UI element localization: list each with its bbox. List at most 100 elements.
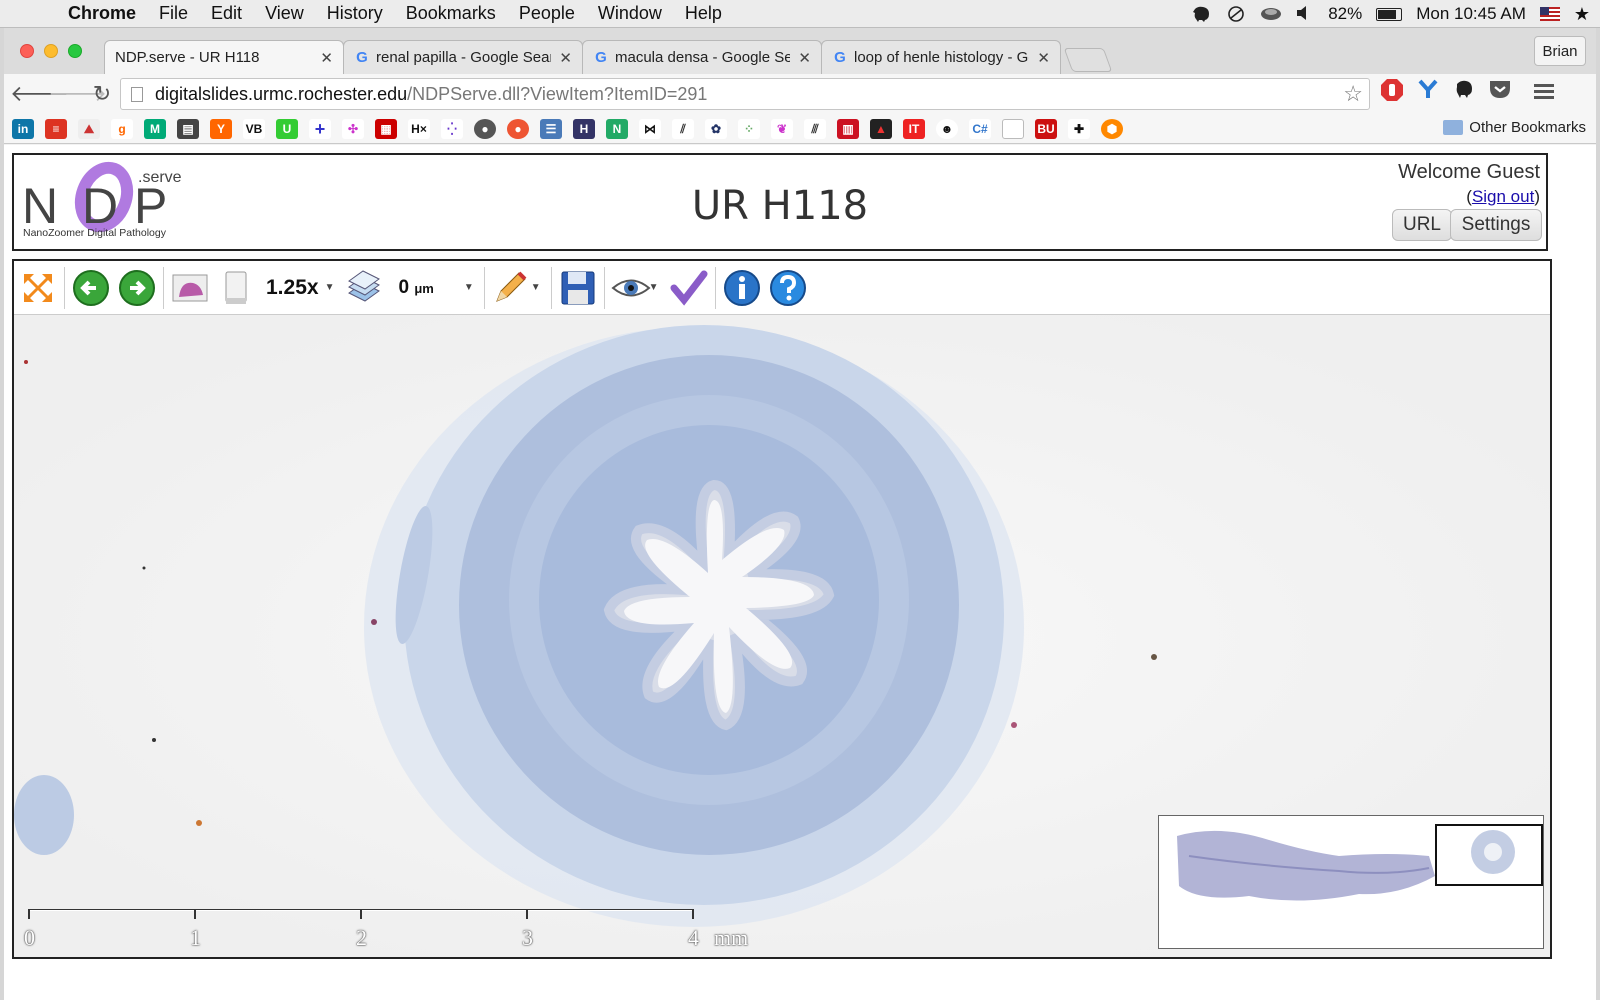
bookmark-bu-icon[interactable]: BU <box>1035 118 1057 139</box>
info-icon[interactable] <box>722 268 762 308</box>
bookmark-pinwheel-icon[interactable]: ✣ <box>342 118 364 139</box>
url-button[interactable]: URL <box>1392 209 1452 241</box>
menu-view[interactable]: View <box>265 3 304 24</box>
bookmark-stripes-icon[interactable]: ⫽ <box>672 118 694 139</box>
menu-people[interactable]: People <box>519 3 575 24</box>
extension-y-icon[interactable] <box>1414 78 1442 110</box>
bookmark-feather-icon[interactable]: ❦ <box>771 118 793 139</box>
viewport-indicator[interactable] <box>1435 824 1543 886</box>
fit-to-screen-icon[interactable] <box>18 268 58 308</box>
sign-out-link[interactable]: Sign out <box>1472 187 1534 206</box>
bookmark-lines-icon[interactable]: ⫻ <box>804 118 826 139</box>
bookmark-u-icon[interactable]: U <box>276 118 298 139</box>
bookmark-hexagon-icon[interactable]: ⬢ <box>1101 118 1123 139</box>
bookmark-face-icon[interactable]: ☻ <box>936 118 958 139</box>
bookmark-bank-icon[interactable]: ⛰ <box>78 118 100 139</box>
bookmark-scatter-icon[interactable]: ⁘ <box>738 118 760 139</box>
address-bar[interactable]: digitalslides.urmc.rochester.edu/NDPServ… <box>120 78 1370 110</box>
previous-arrow-icon[interactable] <box>71 268 111 308</box>
bookmark-m-icon[interactable]: M <box>144 118 166 139</box>
overview-thumbnail[interactable] <box>1158 815 1544 949</box>
evernote-clipper-icon[interactable] <box>1450 78 1478 110</box>
clock[interactable]: Mon 10:45 AM <box>1416 4 1526 24</box>
bookmark-csharp-icon[interactable]: C# <box>969 118 991 139</box>
profile-button[interactable]: Brian <box>1534 36 1586 66</box>
bookmark-dots-icon[interactable]: ⁛ <box>441 118 463 139</box>
menu-app-name[interactable]: Chrome <box>68 3 136 24</box>
menu-help[interactable]: Help <box>685 3 722 24</box>
depth-dropdown-caret-icon[interactable]: ▼ <box>464 282 474 293</box>
tab-renal-papilla[interactable]: G renal papilla - Google Search ✕ <box>343 40 583 74</box>
pocket-icon[interactable] <box>1486 78 1514 110</box>
slide-label-icon[interactable] <box>170 268 210 308</box>
annotation-dropdown-caret-icon[interactable]: ▼ <box>531 282 541 293</box>
bookmark-grid-icon[interactable]: ▦ <box>375 118 397 139</box>
focus-depth[interactable]: 0 μm <box>398 277 433 299</box>
checkmark-icon[interactable] <box>669 268 709 308</box>
bookmark-ycombinator-icon[interactable]: Y <box>210 118 232 139</box>
zoom-level[interactable]: 1.25x <box>266 276 319 300</box>
back-arrow-icon[interactable]: 🡐 <box>10 78 69 110</box>
battery-icon[interactable] <box>1376 7 1403 21</box>
bookmark-bowtie-icon[interactable]: ⋈ <box>639 118 661 139</box>
bookmark-hx-icon[interactable]: H× <box>408 118 430 139</box>
menu-history[interactable]: History <box>327 3 383 24</box>
menu-edit[interactable]: Edit <box>211 3 242 24</box>
other-bookmarks-folder[interactable]: Other Bookmarks <box>1443 119 1586 136</box>
close-tab-icon[interactable]: ✕ <box>559 49 572 67</box>
do-not-disturb-icon[interactable] <box>1226 5 1246 23</box>
view-eye-icon[interactable] <box>611 268 651 308</box>
minimize-window-icon[interactable] <box>44 44 58 58</box>
page-info-icon[interactable] <box>131 86 143 102</box>
settings-button[interactable]: Settings <box>1450 209 1542 241</box>
view-dropdown-caret-icon[interactable]: ▼ <box>649 282 659 293</box>
maximize-window-icon[interactable] <box>68 44 82 58</box>
help-question-icon[interactable] <box>768 268 808 308</box>
bookmark-it-icon[interactable]: IT <box>903 118 925 139</box>
close-tab-icon[interactable]: ✕ <box>798 49 811 67</box>
adblock-hand-icon[interactable] <box>1378 78 1406 110</box>
menu-file[interactable]: File <box>159 3 188 24</box>
reload-icon[interactable]: ↻ <box>86 78 118 110</box>
tab-ndp-serve[interactable]: NDP.serve - UR H118 ✕ <box>104 40 344 74</box>
close-tab-icon[interactable]: ✕ <box>320 49 333 67</box>
zoom-dropdown-caret-icon[interactable]: ▼ <box>325 282 335 293</box>
menu-window[interactable]: Window <box>598 3 662 24</box>
star-menu-icon[interactable]: ★ <box>1574 4 1590 25</box>
volume-icon[interactable] <box>1294 5 1314 23</box>
bookmark-tomato-icon[interactable]: ● <box>507 118 529 139</box>
new-tab-button[interactable] <box>1063 48 1113 72</box>
bookmark-red-stack-icon[interactable]: ≡ <box>45 118 67 139</box>
us-flag-input-icon[interactable] <box>1539 7 1560 21</box>
bookmark-vb-icon[interactable]: VB <box>243 118 265 139</box>
save-disk-icon[interactable] <box>558 268 598 308</box>
bookmark-cross-icon[interactable]: ✚ <box>1068 118 1090 139</box>
bookmark-blank-page-icon[interactable] <box>1002 118 1024 139</box>
menu-bookmarks[interactable]: Bookmarks <box>406 3 496 24</box>
chrome-menu-icon[interactable] <box>1530 78 1558 110</box>
close-window-icon[interactable] <box>20 44 34 58</box>
slide-glass-icon[interactable] <box>216 268 256 308</box>
bookmark-plus-icon[interactable]: + <box>309 118 331 139</box>
next-arrow-icon[interactable] <box>117 268 157 308</box>
bookmark-linkedin-icon[interactable]: in <box>12 118 34 139</box>
bookmark-chart-icon[interactable]: N <box>606 118 628 139</box>
focus-layers-icon[interactable] <box>344 268 384 308</box>
annotation-pencil-icon[interactable] <box>491 268 531 308</box>
close-tab-icon[interactable]: ✕ <box>1037 49 1050 67</box>
wifi-cloud-icon[interactable] <box>1260 5 1282 23</box>
evernote-elephant-icon[interactable] <box>1192 5 1212 23</box>
bookmark-g-icon[interactable]: g <box>111 118 133 139</box>
tab-loop-of-henle[interactable]: G loop of henle histology - Google Searc… <box>821 40 1061 74</box>
bookmark-database-icon[interactable]: ☰ <box>540 118 562 139</box>
bookmark-star-icon[interactable]: ☆ <box>1343 81 1363 107</box>
bookmark-news-icon[interactable]: ▤ <box>177 118 199 139</box>
tab-macula-densa[interactable]: G macula densa - Google Search ✕ <box>582 40 822 74</box>
bookmark-bars-icon[interactable]: ▥ <box>837 118 859 139</box>
forward-arrow-icon[interactable]: 🡒 <box>48 78 107 110</box>
bookmark-h-icon[interactable]: H <box>573 118 595 139</box>
bookmark-blob-icon[interactable]: ✿ <box>705 118 727 139</box>
slide-image-canvas[interactable]: 0 1 2 3 4 mm <box>14 315 1550 957</box>
bookmark-press-icon[interactable]: ● <box>474 118 496 139</box>
bookmark-dark-icon[interactable]: ▲ <box>870 118 892 139</box>
